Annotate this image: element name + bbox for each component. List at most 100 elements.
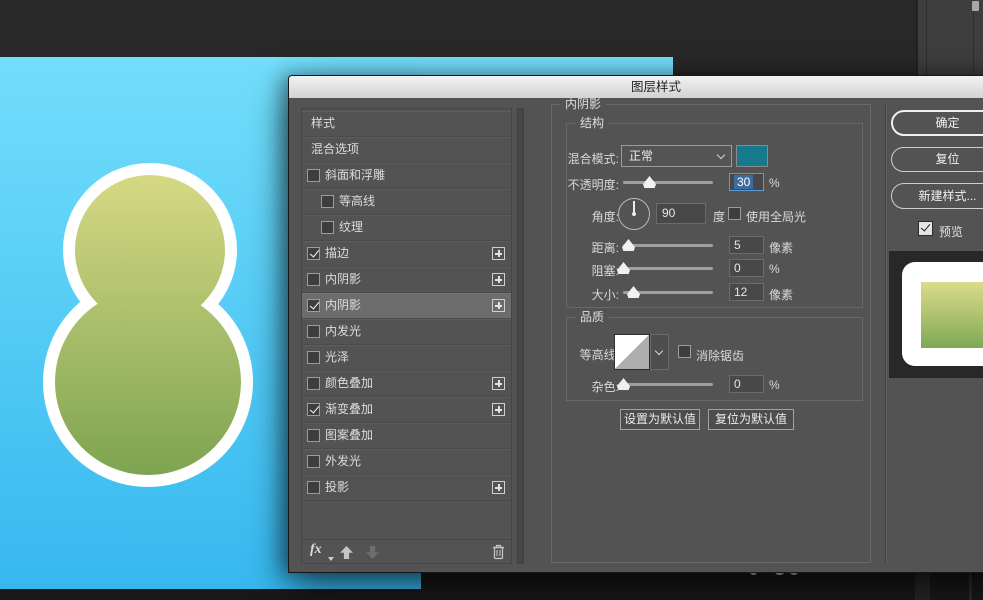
opacity-value: 30 <box>734 175 753 189</box>
add-effect-button[interactable] <box>492 481 505 494</box>
dialog-titlebar[interactable]: 图层样式 <box>289 76 983 98</box>
contour-dropdown-button[interactable] <box>650 334 669 370</box>
noise-input[interactable]: 0 <box>729 375 764 393</box>
style-list-item-inner-glow[interactable]: 内发光 <box>302 319 511 345</box>
dialog-title: 图层样式 <box>631 80 681 94</box>
choke-slider[interactable] <box>623 267 713 270</box>
photoshop-workspace: 图层样式 样式 混合选项 斜面和浮雕 等高线 纹理 <box>0 0 983 600</box>
style-list-item-gradient-overlay[interactable]: 渐变叠加 <box>302 397 511 423</box>
add-effect-button[interactable] <box>492 403 505 416</box>
style-list-toolbar: fx <box>302 539 511 564</box>
size-label: 大小: <box>527 286 619 303</box>
layer-style-dialog: 图层样式 样式 混合选项 斜面和浮雕 等高线 纹理 <box>288 75 983 573</box>
effect-checkbox[interactable] <box>307 429 320 442</box>
effect-checkbox[interactable] <box>307 481 320 494</box>
fx-menu-caret-icon[interactable] <box>328 557 334 561</box>
style-list-item-satin[interactable]: 光泽 <box>302 345 511 371</box>
fx-icon[interactable]: fx <box>310 542 322 558</box>
antialias-label: 消除锯齿 <box>696 347 744 364</box>
angle-value: 90 <box>662 206 675 220</box>
choke-label: 阻塞: <box>527 262 619 279</box>
choke-input[interactable]: 0 <box>729 259 764 277</box>
size-value: 12 <box>734 285 747 299</box>
noise-slider[interactable] <box>623 383 713 386</box>
effect-checkbox[interactable] <box>307 299 320 312</box>
style-list-item-inner-shadow-1[interactable]: 内阴影 <box>302 267 511 293</box>
panel-edge <box>969 573 972 600</box>
opacity-unit: % <box>769 176 780 190</box>
style-list-item-label: 图案叠加 <box>325 423 373 448</box>
style-list-item-label: 投影 <box>325 475 349 500</box>
effect-checkbox[interactable] <box>321 195 334 208</box>
reset-default-button[interactable]: 复位为默认值 <box>708 409 794 430</box>
blend-mode-value: 正常 <box>629 146 653 166</box>
distance-unit: 像素 <box>769 239 793 256</box>
style-list-item-color-overlay[interactable]: 颜色叠加 <box>302 371 511 397</box>
contour-thumbnail[interactable] <box>614 334 650 370</box>
effect-checkbox[interactable] <box>307 351 320 364</box>
shadow-color-swatch[interactable] <box>736 145 768 167</box>
effect-checkbox[interactable] <box>307 273 320 286</box>
style-list-item-label: 斜面和浮雕 <box>325 163 385 188</box>
cancel-button[interactable]: 复位 <box>891 147 983 172</box>
add-effect-button[interactable] <box>492 299 505 312</box>
noise-value: 0 <box>734 377 741 391</box>
delete-effect-trash-icon[interactable] <box>492 544 505 560</box>
style-list-item-label: 样式 <box>311 111 335 136</box>
move-effect-up-icon[interactable] <box>340 546 353 559</box>
blend-mode-label: 混合模式: <box>527 150 619 167</box>
effect-checkbox[interactable] <box>307 247 320 260</box>
style-list-item-label: 内阴影 <box>325 267 361 292</box>
style-list-item-stroke[interactable]: 描边 <box>302 241 511 267</box>
style-list-item-pattern-overlay[interactable]: 图案叠加 <box>302 423 511 449</box>
style-list-item-label: 光泽 <box>325 345 349 370</box>
distance-slider[interactable] <box>623 244 713 247</box>
style-list-item-texture[interactable]: 纹理 <box>302 215 511 241</box>
use-global-light-label: 使用全局光 <box>746 208 806 225</box>
move-effect-down-icon[interactable] <box>366 546 379 559</box>
effect-checkbox[interactable] <box>307 169 320 182</box>
effect-checkbox[interactable] <box>307 377 320 390</box>
antialias-checkbox[interactable] <box>678 345 691 358</box>
effect-checkbox[interactable] <box>307 455 320 468</box>
add-effect-button[interactable] <box>492 377 505 390</box>
style-list-item-styles[interactable]: 样式 <box>302 111 511 137</box>
angle-dial[interactable] <box>618 198 650 230</box>
panel-header: 内阴影 <box>560 98 606 111</box>
preview-shape-fill <box>921 282 983 348</box>
style-list-item-blending-options[interactable]: 混合选项 <box>302 137 511 163</box>
distance-label: 距离: <box>527 239 619 256</box>
effect-checkbox[interactable] <box>307 403 320 416</box>
choke-unit: % <box>769 262 780 276</box>
style-list-item-outer-glow[interactable]: 外发光 <box>302 449 511 475</box>
size-unit: 像素 <box>769 286 793 303</box>
opacity-input[interactable]: 30 <box>729 173 764 191</box>
new-style-button[interactable]: 新建样式... <box>891 183 983 209</box>
style-list-item-inner-shadow-2-selected[interactable]: 内阴影 <box>302 293 511 319</box>
angle-hub <box>632 212 636 216</box>
angle-input[interactable]: 90 <box>656 203 706 224</box>
add-effect-button[interactable] <box>492 247 505 260</box>
style-list-item-drop-shadow[interactable]: 投影 <box>302 475 511 501</box>
style-list-scrollbar[interactable] <box>517 108 524 564</box>
style-list-item-bevel-emboss[interactable]: 斜面和浮雕 <box>302 163 511 189</box>
style-list-item-label: 内发光 <box>325 319 361 344</box>
add-effect-button[interactable] <box>492 273 505 286</box>
style-list-item-label: 纹理 <box>339 215 363 240</box>
use-global-light-checkbox[interactable] <box>728 207 741 220</box>
distance-input[interactable]: 5 <box>729 236 764 254</box>
noise-label: 杂色: <box>527 378 619 395</box>
chevron-down-icon <box>655 347 663 355</box>
preview-checkbox[interactable] <box>918 221 933 236</box>
style-list-item-contour[interactable]: 等高线 <box>302 189 511 215</box>
panel-collapse-icon[interactable] <box>972 1 979 11</box>
ok-button[interactable]: 确定 <box>891 110 983 136</box>
blend-mode-dropdown[interactable]: 正常 <box>621 145 732 167</box>
size-input[interactable]: 12 <box>729 283 764 301</box>
panel-divider <box>885 104 886 563</box>
effect-checkbox[interactable] <box>321 221 334 234</box>
opacity-slider[interactable] <box>623 181 713 184</box>
effect-checkbox[interactable] <box>307 325 320 338</box>
make-default-button[interactable]: 设置为默认值 <box>620 409 700 430</box>
angle-label: 角度: <box>527 208 619 225</box>
